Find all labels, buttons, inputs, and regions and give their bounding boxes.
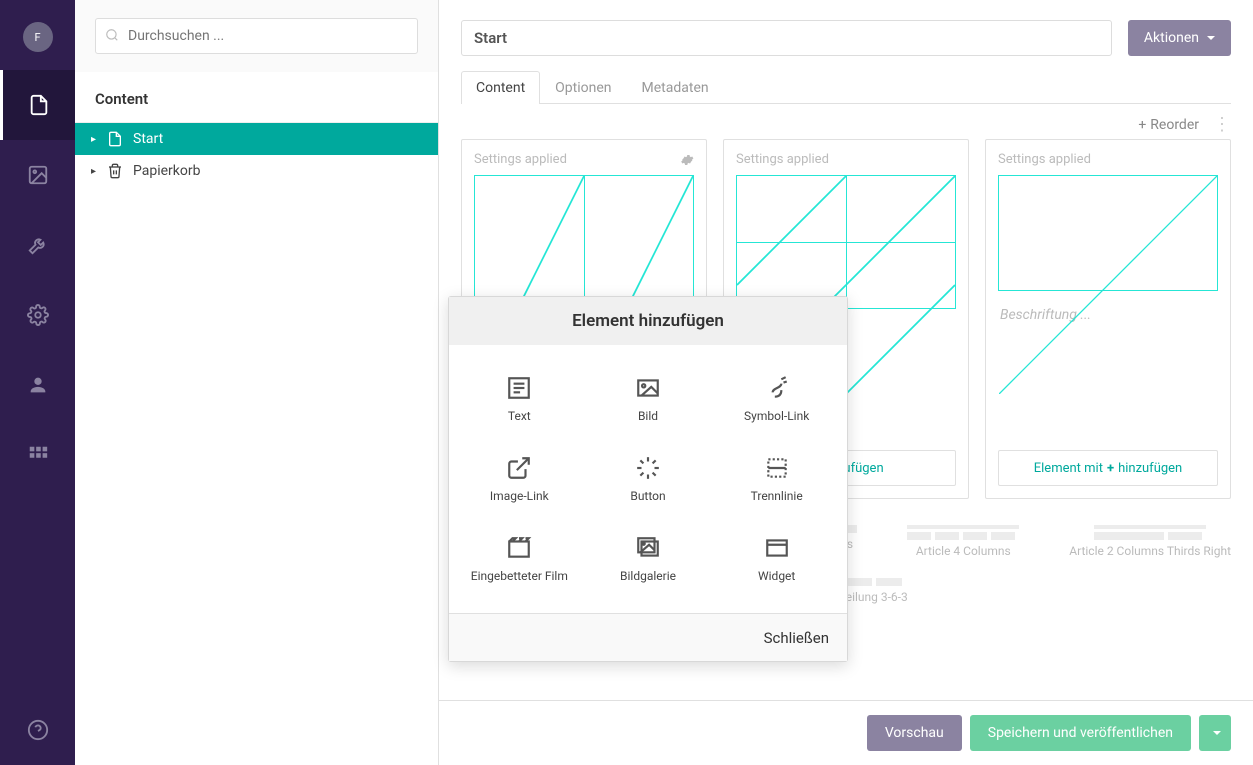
film-icon	[506, 535, 532, 561]
settings-applied-label: Settings applied	[474, 152, 567, 167]
gallery-icon	[635, 535, 661, 561]
sidebar-heading: Content	[75, 72, 438, 123]
search-icon	[105, 28, 119, 42]
search-input[interactable]	[95, 18, 418, 54]
page-icon	[28, 94, 50, 116]
gear-icon[interactable]	[680, 153, 694, 167]
option-text[interactable]: Text	[455, 363, 584, 443]
tree-item-label: Start	[133, 131, 163, 147]
help-icon	[27, 719, 49, 741]
user-icon	[27, 374, 49, 396]
option-gallery[interactable]: Bildgalerie	[584, 523, 713, 603]
preview-button[interactable]: Vorschau	[867, 715, 962, 751]
nav-config[interactable]	[0, 280, 75, 350]
preset-article-4-columns[interactable]: Article 4 Columns	[907, 525, 1019, 558]
option-image[interactable]: Bild	[584, 363, 713, 443]
content-tree: ▸ Start ▸ Papierkorb	[75, 123, 438, 765]
user-avatar[interactable]: F	[23, 22, 53, 52]
image-icon	[27, 164, 49, 186]
plus-icon: +	[1138, 117, 1146, 133]
widget-icon	[764, 535, 790, 561]
tree-item-label: Papierkorb	[133, 163, 201, 179]
image-icon	[635, 375, 661, 401]
gear-icon	[27, 304, 49, 326]
modal-close-button[interactable]: Schließen	[764, 629, 829, 647]
tree-item-start[interactable]: ▸ Start	[75, 123, 438, 155]
symbol-icon	[764, 375, 790, 401]
preset-article-2-columns-thirds-right[interactable]: Article 2 Columns Thirds Right	[1069, 525, 1231, 558]
nav-media[interactable]	[0, 140, 75, 210]
divider-icon	[764, 455, 790, 481]
page-tabs: Content Optionen Metadaten	[461, 70, 1231, 104]
plus-icon: +	[1107, 461, 1114, 476]
footer-actions: Vorschau Speichern und veröffentlichen	[439, 700, 1253, 765]
option-divider[interactable]: Trennlinie	[712, 443, 841, 523]
page-icon	[107, 131, 123, 147]
chevron-right-icon: ▸	[91, 134, 101, 145]
more-menu[interactable]: ⋮	[1213, 114, 1231, 135]
nav-grid[interactable]	[0, 420, 75, 490]
modal-title: Element hinzufügen	[449, 297, 847, 345]
text-icon	[506, 375, 532, 401]
reorder-button[interactable]: + Reorder	[1138, 117, 1199, 133]
nav-settings[interactable]	[0, 210, 75, 280]
tab-options[interactable]: Optionen	[540, 71, 626, 104]
add-element-button[interactable]: Element mit + hinzufügen	[998, 450, 1218, 486]
vertical-nav: F	[0, 0, 75, 765]
option-symbol-link[interactable]: Symbol-Link	[712, 363, 841, 443]
settings-applied-label: Settings applied	[736, 152, 829, 167]
option-image-link[interactable]: Image-Link	[455, 443, 584, 523]
wrench-icon	[27, 234, 49, 256]
spinner-icon	[635, 455, 661, 481]
settings-applied-label: Settings applied	[998, 152, 1091, 167]
option-film[interactable]: Eingebetteter Film	[455, 523, 584, 603]
grid-icon	[27, 444, 49, 466]
modal-options: Text Bild Symbol-Link Image-Link Button …	[449, 345, 847, 613]
nav-content[interactable]	[0, 70, 75, 140]
nav-help[interactable]	[0, 695, 75, 765]
layout-preview	[736, 175, 956, 309]
nav-users[interactable]	[0, 350, 75, 420]
actions-dropdown[interactable]: Aktionen	[1128, 20, 1231, 56]
external-link-icon	[506, 455, 532, 481]
layout-card: Settings applied Beschriftung ... Elemen…	[985, 139, 1231, 499]
chevron-right-icon: ▸	[91, 166, 101, 177]
trash-icon	[107, 163, 123, 179]
publish-dropdown[interactable]	[1199, 715, 1231, 751]
content-sidebar: Content ▸ Start ▸ Papierkorb	[75, 0, 439, 765]
option-button[interactable]: Button	[584, 443, 713, 523]
tab-metadata[interactable]: Metadaten	[627, 71, 724, 104]
page-title-input[interactable]	[461, 20, 1112, 56]
option-widget[interactable]: Widget	[712, 523, 841, 603]
add-element-modal: Element hinzufügen Text Bild Symbol-Link…	[448, 296, 848, 662]
layout-preview	[998, 175, 1218, 291]
publish-button[interactable]: Speichern und veröffentlichen	[970, 715, 1191, 751]
tab-content[interactable]: Content	[461, 71, 540, 104]
tree-item-trash[interactable]: ▸ Papierkorb	[75, 155, 438, 187]
